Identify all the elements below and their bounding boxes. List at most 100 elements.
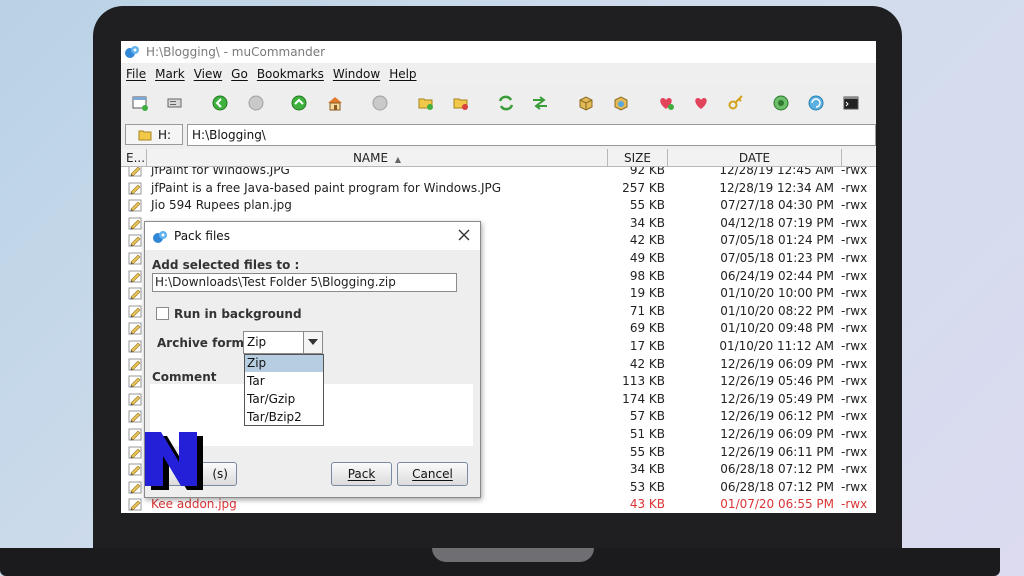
column-size[interactable]: SIZE [608,149,668,167]
menu-mark[interactable]: Mark [155,67,185,81]
format-option-tar[interactable]: Tar [245,373,323,390]
image-file-icon [128,287,142,300]
file-row[interactable]: Kee addon.jpg 43 KB 01/07/20 06:55 PM -rwx [121,495,876,513]
file-permissions: -rwx [841,427,868,441]
file-size: 257 KB [622,180,665,195]
image-file-icon [128,463,142,476]
format-option-tar-gzip[interactable]: Tar/Gzip [245,391,323,408]
image-file-icon [128,410,142,423]
column-extension[interactable]: E... [121,149,147,167]
file-date: 01/10/20 08:22 PM [720,303,834,318]
window-title: H:\Blogging\ - muCommander [146,45,326,59]
file-row[interactable]: jfPaint for Windows.JPG 92 KB 12/28/19 12:… [121,167,876,179]
file-size: 57 KB [629,409,665,424]
pack-button[interactable]: Pack [331,462,392,486]
archive-format-select[interactable]: Zip [243,331,323,354]
file-date: 12/28/19 12:45 AM [719,167,834,177]
cancel-button[interactable]: Cancel [397,462,468,486]
go-to-parent-icon[interactable] [290,94,308,112]
pack-files-icon[interactable] [577,94,595,112]
go-forward-icon[interactable] [247,94,265,112]
format-option-tar-bzip2[interactable]: Tar/Bzip2 [245,409,323,426]
stop-icon[interactable] [371,94,389,112]
menu-help[interactable]: Help [389,67,416,81]
column-name[interactable]: NAME ▲ [147,149,608,167]
connect-server-icon[interactable] [166,94,184,112]
edit-bookmarks-icon[interactable] [692,94,710,112]
home-icon[interactable] [326,94,344,112]
file-size: 51 KB [629,427,665,441]
image-file-icon [128,481,142,494]
run-in-background-checkbox[interactable] [156,307,169,320]
file-date: 07/27/18 04:30 PM [720,198,834,213]
menu-view[interactable]: View [194,67,222,81]
path-input[interactable]: H:\Blogging\ [187,124,876,146]
set-same-folder-icon[interactable] [531,94,549,112]
dialog-title: Pack files [174,229,230,243]
archive-files-button-label: (s) [212,467,228,481]
menu-go[interactable]: Go [231,67,248,81]
file-size: 71 KB [629,303,665,318]
file-date: 04/12/18 07:19 PM [720,215,834,230]
dropdown-arrow[interactable] [303,332,322,353]
file-name: jfPaint for Windows.JPG [151,167,290,177]
unmark-files-icon[interactable] [452,94,470,112]
image-file-icon [128,498,142,511]
archive-format-dropdown: Zip Tar Tar/Gzip Tar/Bzip2 [244,354,324,426]
image-file-icon [128,393,142,406]
mucommander-logo-icon [125,46,139,58]
image-file-icon [128,252,142,265]
file-date: 12/26/19 06:11 PM [720,444,834,459]
close-icon[interactable] [457,228,471,242]
file-row[interactable]: Jio 594 Rupees plan.jpg 55 KB 07/27/18 04:… [121,196,876,214]
format-option-zip[interactable]: Zip [245,355,323,372]
cancel-button-label: Cancel [412,467,453,481]
menu-window[interactable]: Window [333,67,380,81]
laptop-notch [432,548,594,562]
refresh-icon[interactable] [807,94,825,112]
new-window-icon[interactable] [131,94,149,112]
swap-folders-icon[interactable] [497,94,515,112]
archive-format-value: Zip [247,335,267,349]
file-permissions: -rwx [841,251,868,265]
menubar: File Mark View Go Bookmarks Window Help [121,63,876,85]
chevron-down-icon [308,339,318,345]
file-permissions: -rwx [841,339,868,353]
image-file-icon [128,199,142,212]
file-size: 92 KB [629,167,665,177]
file-size: 42 KB [629,356,665,371]
file-permissions: -rwx [841,233,868,248]
file-permissions: -rwx [841,268,868,283]
file-permissions: -rwx [841,167,868,177]
file-size: 17 KB [629,339,665,353]
unpack-files-icon[interactable] [612,94,630,112]
file-date: 12/26/19 06:09 PM [720,356,834,371]
destination-path-input[interactable]: H:\Downloads\Test Folder 5\Blogging.zip [152,273,457,292]
file-permissions: -rwx [841,391,868,406]
menu-file[interactable]: File [126,67,146,81]
sort-ascending-icon: ▲ [394,155,402,164]
column-date[interactable]: DATE [668,149,842,167]
image-file-icon [128,358,142,371]
mark-files-icon[interactable] [417,94,435,112]
drive-button[interactable]: H: [125,124,183,145]
terminal-icon[interactable] [842,94,860,112]
mucommander-window: H:\Blogging\ - muCommander File Mark Vie… [121,41,876,513]
drive-label: H: [158,127,172,142]
pack-button-label: Pack [347,467,376,481]
image-file-icon [128,322,142,335]
image-file-icon [128,217,142,230]
add-bookmark-icon[interactable] [657,94,675,112]
folder-icon [138,130,152,140]
go-back-icon[interactable] [211,94,229,112]
file-row[interactable]: jfPaint is a free Java-based paint progr… [121,179,876,197]
menu-bookmarks[interactable]: Bookmarks [257,67,324,81]
image-file-icon [128,270,142,283]
edit-credentials-icon[interactable] [727,94,745,112]
file-size: 98 KB [629,268,665,283]
file-name: Jio 594 Rupees plan.jpg [151,198,292,213]
show-file-properties-icon[interactable] [772,94,790,112]
file-date: 06/24/19 02:44 PM [720,268,834,283]
file-name: jfPaint is a free Java-based paint progr… [151,180,502,195]
file-date: 12/26/19 06:09 PM [720,427,834,441]
